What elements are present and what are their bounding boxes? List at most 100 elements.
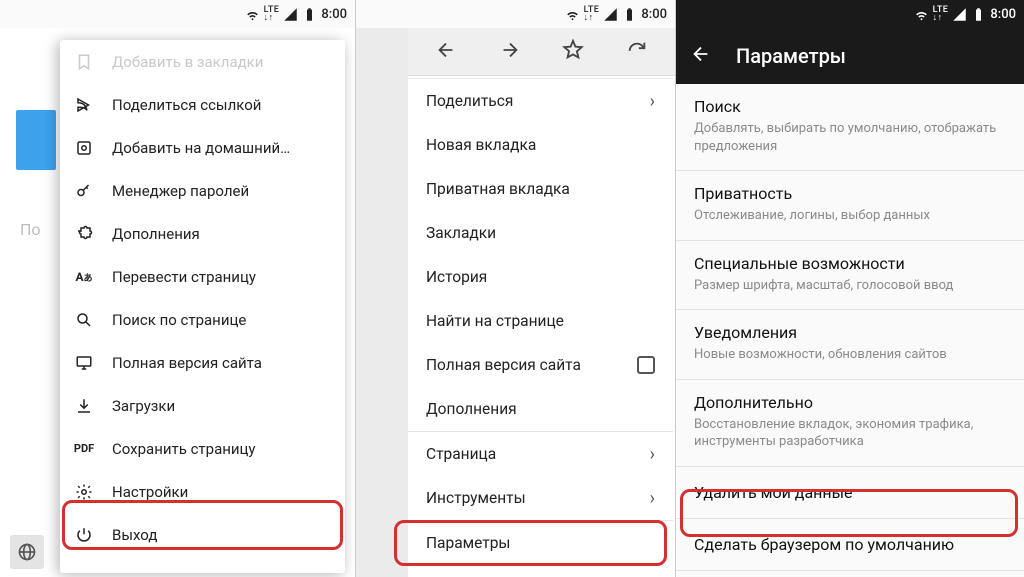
menu-item-label: Выход (112, 526, 157, 544)
menu-item-key[interactable]: Менеджер паролей (60, 169, 345, 212)
back-button[interactable] (690, 43, 712, 69)
browser-menu-card: Добавить в закладки Поделиться ссылкойДоб… (60, 40, 345, 573)
menu-item-desktop[interactable]: Полная версия сайта (60, 341, 345, 384)
app-bar: Параметры (676, 28, 1024, 84)
section-subtitle: Восстановление вкладок, экономия трафика… (694, 416, 1006, 451)
settings-row[interactable]: Удалить мои данные (676, 467, 1024, 519)
menu-item-home-add[interactable]: Добавить на домашний… (60, 126, 345, 169)
menu-item-download[interactable]: Загрузки (60, 384, 345, 427)
settings-row[interactable]: Сделать браузером по умолчанию (676, 519, 1024, 571)
chevron-right-icon: › (650, 488, 655, 509)
menu-item-label: Загрузки (112, 397, 175, 415)
menu-row[interactable]: Новая вкладка (408, 123, 673, 167)
chevron-right-icon: › (650, 91, 655, 112)
globe-button[interactable] (10, 535, 44, 569)
menu-row[interactable]: Полная версия сайта (408, 343, 673, 387)
gear-icon (74, 482, 94, 502)
settings-section[interactable]: ПриватностьОтслеживание, логины, выбор д… (676, 171, 1024, 241)
bookmark-outline-icon (74, 52, 94, 72)
status-bar: LTE↓↑ 8:00 (0, 0, 355, 28)
menu-item-gear[interactable]: Настройки (60, 470, 345, 513)
screenshot-2: LTE↓↑ 8:00 Поделиться›Новая вкладка Прива… (356, 0, 676, 577)
menu-row[interactable]: Приватная вкладка (408, 167, 673, 211)
menu-item-bookmark-outline[interactable]: Добавить в закладки (60, 40, 345, 83)
share-icon (74, 95, 94, 115)
battery-icon (971, 7, 986, 22)
section-subtitle: Размер шрифта, масштаб, голосовой ввод (694, 277, 1006, 295)
settings-list: ПоискДобавлять, выбирать по умолчанию, о… (676, 84, 1024, 577)
menu-row[interactable]: Дополнения (408, 387, 673, 431)
forward-button[interactable] (478, 39, 542, 65)
section-title: Дополнительно (694, 393, 1006, 412)
background-tile (16, 110, 56, 170)
menu-row-label: История (426, 268, 487, 286)
menu-item-share[interactable]: Поделиться ссылкой (60, 83, 345, 126)
menu-row-label: Страница (426, 445, 496, 463)
menu-row[interactable]: Инструменты › (408, 476, 673, 520)
reload-icon (626, 39, 648, 61)
menu-row-label: Приватная вкладка (426, 180, 570, 198)
menu-row-label: Полная версия сайта (426, 356, 581, 374)
reload-button[interactable] (605, 39, 669, 65)
globe-icon (17, 542, 37, 562)
key-icon (74, 181, 94, 201)
checkbox[interactable] (637, 356, 655, 374)
menu-item-label: Полная версия сайта (112, 354, 262, 372)
menu-item-label: Добавить в закладки (112, 53, 263, 71)
menu-row[interactable]: Закладки (408, 211, 673, 255)
star-icon (562, 39, 584, 61)
menu-row-label: Параметры (426, 534, 510, 552)
menu-row[interactable]: Найти на странице (408, 299, 673, 343)
menu-row-label: Закладки (426, 224, 496, 242)
nav-toolbar (408, 28, 675, 76)
menu-row[interactable]: История (408, 255, 673, 299)
signal-icon (603, 7, 618, 22)
settings-section[interactable]: УведомленияНовые возможности, обновления… (676, 310, 1024, 380)
chevron-right-icon: › (650, 444, 655, 465)
status-time: 8:00 (641, 7, 667, 22)
screenshot-3: LTE↓↑ 8:00 Параметры ПоискДобавлять, выб… (676, 0, 1024, 577)
menu-item-label: Дополнения (112, 225, 200, 243)
settings-section[interactable]: Специальные возможностиРазмер шрифта, ма… (676, 241, 1024, 311)
menu-item-power[interactable]: Выход (60, 513, 345, 556)
network-indicator: LTE↓↑ (264, 6, 280, 22)
menu-row[interactable]: Страница › (408, 432, 673, 476)
power-icon (74, 525, 94, 545)
section-title: Уведомления (694, 323, 1006, 342)
network-indicator: LTE↓↑ (933, 6, 949, 22)
menu-item-search-page[interactable]: Поиск по странице (60, 298, 345, 341)
screenshot-1: LTE↓↑ 8:00 По Добавить в закладки Поделит… (0, 0, 356, 577)
status-time: 8:00 (321, 7, 347, 22)
search-page-icon (74, 310, 94, 330)
search-peek: По (20, 220, 41, 239)
menu-item-label: Перевести страницу (112, 268, 256, 286)
home-add-icon (74, 138, 94, 158)
left-gutter (356, 28, 408, 577)
menu-item-pdf[interactable]: PDFСохранить страницу (60, 427, 345, 470)
bookmark-button[interactable] (542, 39, 606, 65)
menu-row[interactable]: Параметры (408, 521, 673, 565)
puzzle-icon (74, 224, 94, 244)
menu-row-label: Инструменты (426, 489, 526, 507)
menu-item-label: Менеджер паролей (112, 182, 249, 200)
wifi-icon (245, 7, 260, 22)
settings-section[interactable]: ПоискДобавлять, выбирать по умолчанию, о… (676, 84, 1024, 171)
wifi-icon (914, 7, 929, 22)
menu-row[interactable]: Справка (408, 565, 673, 577)
menu-item-translate[interactable]: AあПеревести страницу (60, 255, 345, 298)
desktop-icon (74, 353, 94, 373)
back-button[interactable] (414, 39, 478, 65)
settings-row[interactable]: Mozilla Firefox (676, 571, 1024, 577)
menu-row[interactable]: Поделиться› (408, 79, 673, 123)
section-subtitle: Добавлять, выбирать по умолчанию, отобра… (694, 120, 1006, 155)
menu-row-label: Дополнения (426, 400, 517, 418)
menu-row-label: Найти на странице (426, 312, 564, 330)
status-bar: LTE↓↑ 8:00 (356, 0, 675, 28)
pdf-icon: PDF (74, 439, 94, 459)
arrow-left-icon (435, 39, 457, 61)
menu-item-puzzle[interactable]: Дополнения (60, 212, 345, 255)
battery-icon (622, 7, 637, 22)
wifi-icon (565, 7, 580, 22)
network-indicator: LTE↓↑ (584, 6, 600, 22)
settings-section[interactable]: Дополнительно Восстановление вкладок, эко… (676, 380, 1024, 467)
